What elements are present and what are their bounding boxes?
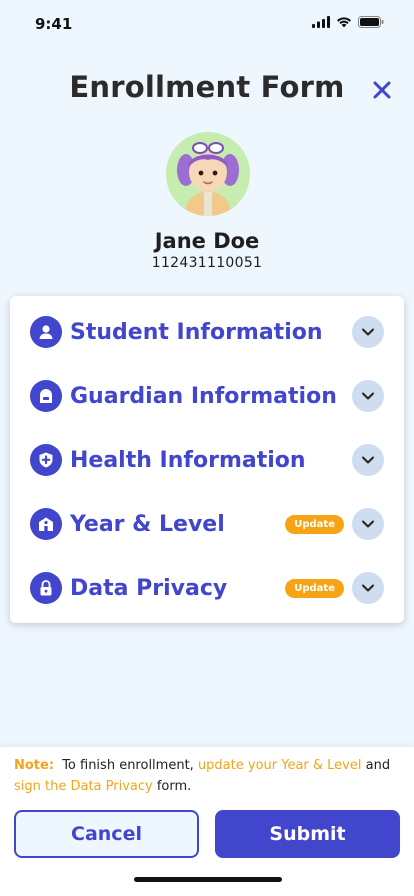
bottom-panel: Note: To finish enrollment, update your … — [0, 747, 414, 896]
home-indicator — [134, 877, 282, 882]
update-badge: Update — [285, 578, 344, 598]
section-label: Health Information — [70, 447, 306, 473]
section-label: Year & Level — [70, 511, 225, 537]
section-year-and-level[interactable]: Year & Level Update — [10, 494, 404, 554]
school-icon — [30, 508, 62, 540]
note-link-year-level[interactable]: update your Year & Level — [198, 758, 362, 773]
status-bar: 9:41 — [0, 0, 414, 44]
enrollment-note: Note: To finish enrollment, update your … — [14, 755, 404, 797]
student-id: 112431110051 — [151, 255, 263, 271]
section-label: Guardian Information — [70, 383, 337, 409]
status-time: 9:41 — [35, 15, 73, 33]
page-title: Enrollment Form — [69, 70, 345, 104]
section-data-privacy[interactable]: Data Privacy Update — [10, 558, 404, 618]
signal-icon — [312, 16, 330, 28]
note-text: form. — [156, 779, 192, 794]
person-icon — [30, 316, 62, 348]
section-label: Student Information — [70, 319, 323, 345]
note-link-data-privacy[interactable]: sign the Data Privacy — [14, 779, 153, 794]
note-label: Note: — [14, 758, 55, 773]
close-icon — [373, 81, 391, 99]
guardian-icon — [30, 380, 62, 412]
cancel-button[interactable]: Cancel — [14, 810, 199, 858]
battery-icon — [358, 16, 384, 28]
student-name: Jane Doe — [154, 229, 260, 253]
update-badge: Update — [285, 514, 344, 534]
chevron-down-icon[interactable] — [352, 572, 384, 604]
note-text: To finish enrollment, — [62, 758, 194, 773]
close-button[interactable] — [368, 76, 396, 104]
section-label: Data Privacy — [70, 575, 228, 601]
status-icons — [312, 16, 384, 28]
chevron-down-icon[interactable] — [352, 508, 384, 540]
note-text: and — [365, 758, 391, 773]
lock-icon — [30, 572, 62, 604]
avatar-illustration — [177, 142, 239, 216]
chevron-down-icon[interactable] — [352, 316, 384, 348]
wifi-icon — [337, 17, 351, 28]
health-shield-icon — [30, 444, 62, 476]
chevron-down-icon[interactable] — [352, 444, 384, 476]
submit-button[interactable]: Submit — [215, 810, 400, 858]
section-guardian-information[interactable]: Guardian Information — [10, 366, 404, 426]
chevron-down-icon[interactable] — [352, 380, 384, 412]
avatar — [166, 132, 250, 216]
sections-card: Student Information Guardian Information… — [10, 296, 404, 623]
section-student-information[interactable]: Student Information — [10, 302, 404, 362]
section-health-information[interactable]: Health Information — [10, 430, 404, 490]
